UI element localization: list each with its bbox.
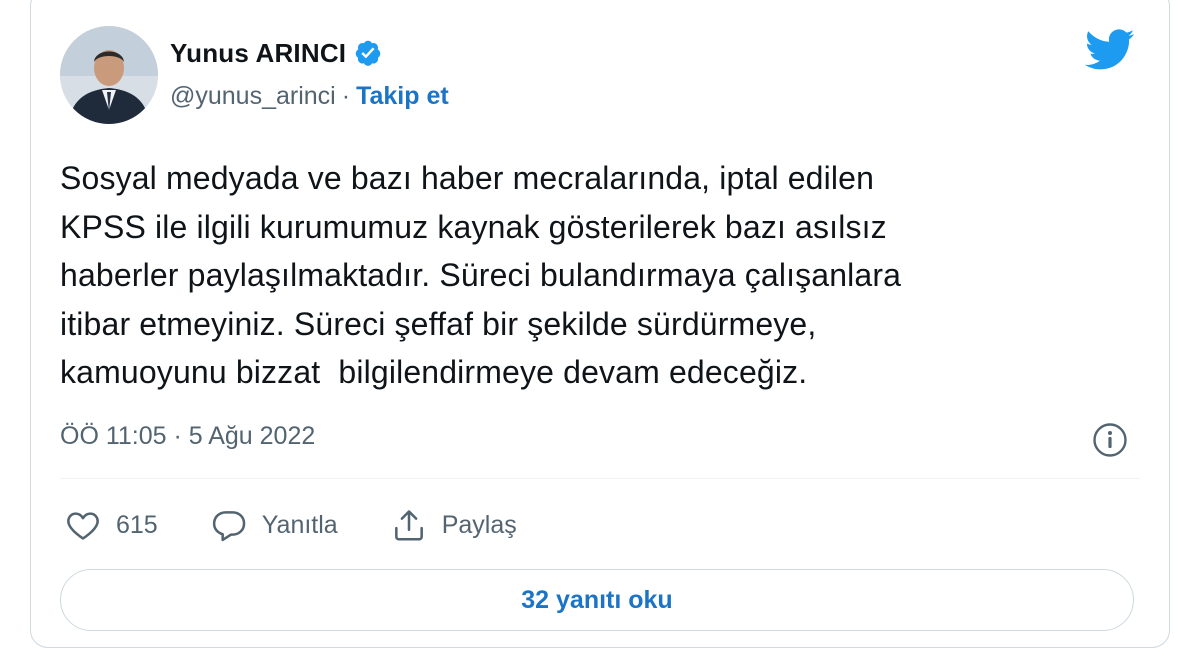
author-name-row: Yunus ARINCI — [170, 36, 382, 70]
like-count: 615 — [116, 510, 158, 539]
heart-icon — [67, 512, 99, 540]
author-handle[interactable]: @yunus_arinci — [170, 82, 336, 111]
author-handle-row: @yunus_arinci · Takip et — [170, 82, 449, 111]
tweet-text: Sosyal medyada ve bazı haber mecralarınd… — [60, 160, 902, 391]
read-replies-button[interactable]: 32 yanıtı oku — [60, 569, 1134, 631]
reply-bubble-icon — [212, 511, 246, 542]
tweet-timestamp[interactable]: ÖÖ 11:05 · 5 Ağu 2022 — [60, 422, 315, 451]
twitter-bird-icon[interactable] — [1085, 28, 1135, 72]
avatar-photo — [60, 26, 158, 124]
author-name[interactable]: Yunus ARINCI — [170, 38, 346, 69]
reply-label: Yanıtla — [261, 510, 338, 539]
share-button[interactable]: Paylaş — [390, 506, 517, 544]
like-button[interactable]: 615 — [64, 506, 158, 544]
info-icon[interactable] — [1092, 422, 1128, 458]
avatar[interactable] — [60, 26, 158, 124]
share-label: Paylaş — [441, 510, 517, 539]
share-icon — [394, 510, 423, 541]
reply-button[interactable]: Yanıtla — [210, 506, 338, 544]
divider — [60, 478, 1140, 479]
separator-dot: · — [341, 82, 351, 110]
follow-button[interactable]: Takip et — [356, 82, 449, 111]
tweet-actions: 615 Yanıtla Paylaş — [64, 504, 569, 546]
verified-badge-icon — [355, 40, 381, 66]
